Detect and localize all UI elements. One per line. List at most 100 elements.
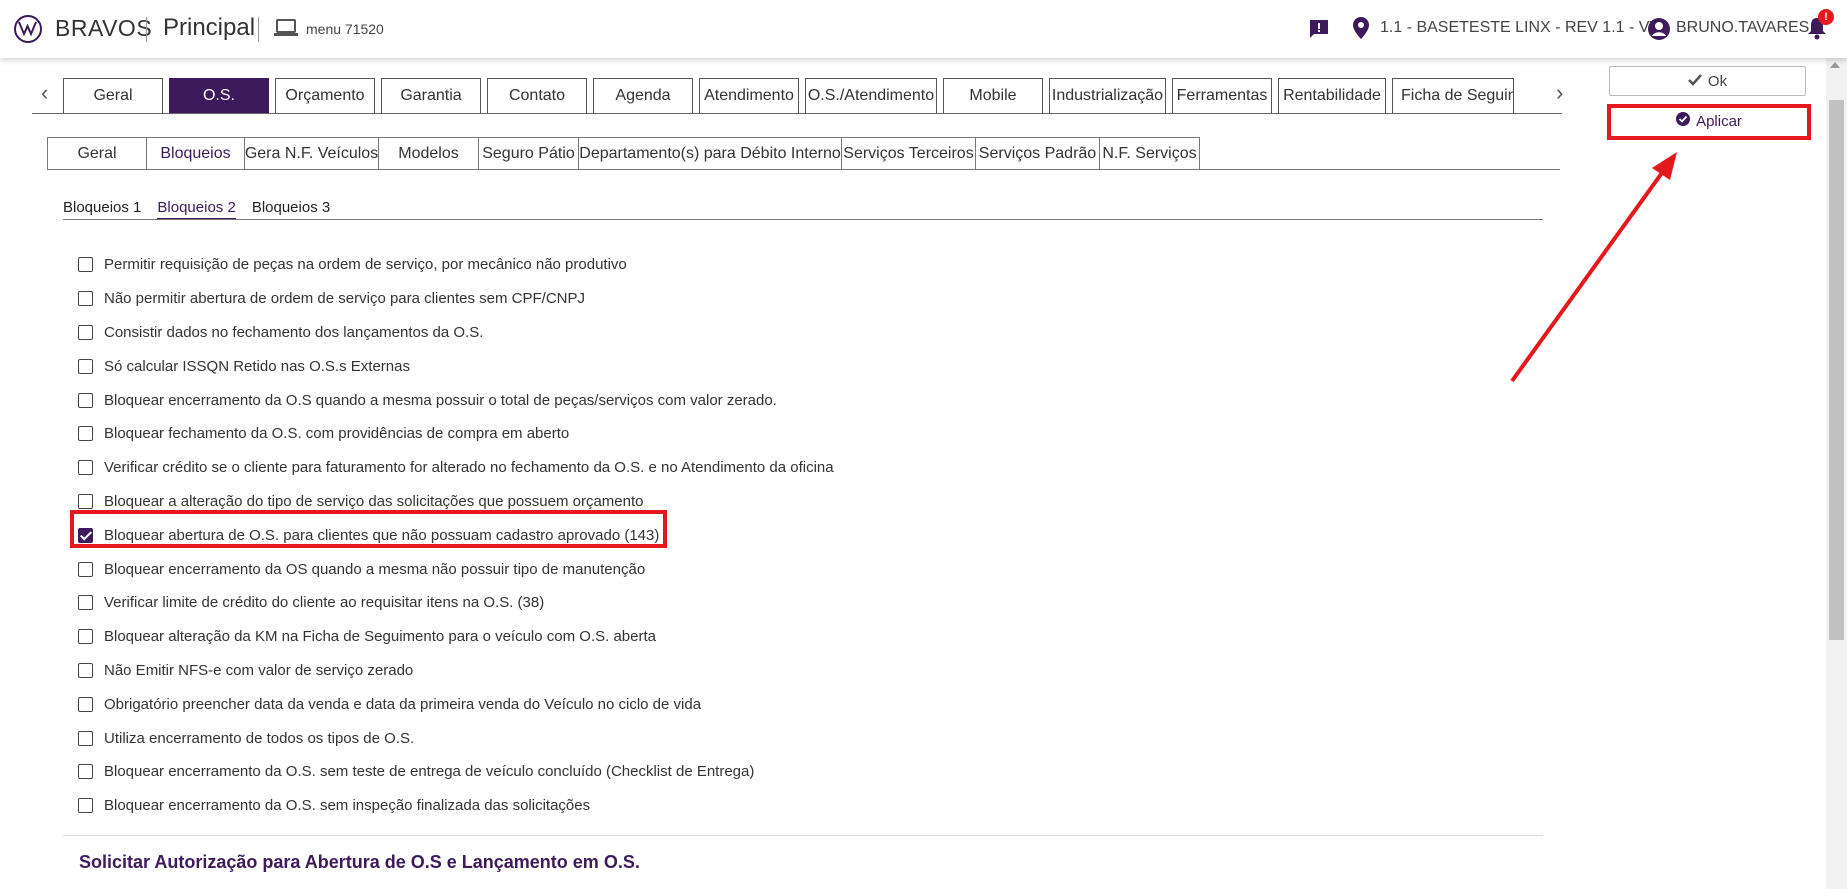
top-header: BRAVOS Principal menu 71520 1.1 - BASETE…: [0, 0, 1847, 58]
checkbox[interactable]: [78, 595, 93, 611]
ok-button[interactable]: Ok: [1609, 66, 1806, 96]
header-divider: [258, 17, 259, 42]
tabs-next-arrow-icon[interactable]: ›: [1556, 80, 1563, 106]
subtab-servicos-terceiros[interactable]: Serviços Terceiros: [841, 137, 976, 170]
inner-tabs-divider: [63, 219, 1543, 220]
tab-os[interactable]: O.S.: [169, 78, 269, 114]
brand-name: BRAVOS: [55, 15, 153, 41]
main-tabs-divider: [32, 113, 1562, 114]
checkbox-label[interactable]: Só calcular ISSQN Retido nas O.S.s Exter…: [104, 358, 410, 375]
tab-ficha-seguimento[interactable]: Ficha de Seguim: [1392, 78, 1514, 114]
location-pin-icon[interactable]: [1352, 16, 1370, 45]
scrollbar-thumb[interactable]: [1829, 100, 1844, 640]
checkbox[interactable]: [78, 257, 93, 273]
checkbox[interactable]: [78, 798, 93, 814]
subtab-geral[interactable]: Geral: [47, 137, 147, 170]
vw-logo[interactable]: [14, 15, 42, 43]
header-divider: [146, 17, 147, 42]
checkbox[interactable]: [78, 324, 93, 340]
checkbox-label[interactable]: Bloquear encerramento da O.S quando a me…: [104, 392, 777, 409]
checkbox-row[interactable]: Não permitir abertura de ordem de serviç…: [78, 282, 834, 316]
tab-orcamento[interactable]: Orçamento: [275, 78, 375, 114]
username[interactable]: BRUNO.TAVARES: [1676, 19, 1809, 37]
checkbox[interactable]: [78, 629, 93, 645]
checkbox-row[interactable]: Verificar limite de crédito do cliente a…: [78, 586, 834, 620]
checkbox[interactable]: [78, 730, 93, 746]
tabs-prev-arrow-icon[interactable]: ‹: [41, 80, 48, 106]
checkbox-row[interactable]: Bloquear encerramento da O.S quando a me…: [78, 383, 834, 417]
checkbox-row[interactable]: Obrigatório preencher data da venda e da…: [78, 687, 834, 721]
checkbox[interactable]: [78, 358, 93, 374]
tab-garantia[interactable]: Garantia: [381, 78, 481, 114]
tab-bloqueios-1[interactable]: Bloqueios 1: [63, 199, 141, 220]
subtab-bloqueios[interactable]: Bloqueios: [146, 137, 245, 170]
tab-agenda[interactable]: Agenda: [593, 78, 693, 114]
checkbox-row[interactable]: Bloquear alteração da KM na Ficha de Seg…: [78, 620, 834, 654]
checkbox-label[interactable]: Bloquear a alteração do tipo de serviço …: [104, 493, 643, 510]
checkbox-label[interactable]: Consistir dados no fechamento dos lançam…: [104, 324, 483, 341]
section-divider: [63, 835, 1543, 836]
checkbox-label[interactable]: Permitir requisição de peças na ordem de…: [104, 256, 627, 273]
checkbox[interactable]: [78, 764, 93, 780]
user-circle-icon[interactable]: [1647, 17, 1671, 46]
notification-badge: !: [1818, 9, 1834, 25]
checkbox-row[interactable]: Consistir dados no fechamento dos lançam…: [78, 316, 834, 350]
scroll-up-arrow-icon[interactable]: [1830, 62, 1840, 68]
checkbox[interactable]: [78, 561, 93, 577]
chat-alert-icon[interactable]: [1308, 18, 1330, 45]
checkbox[interactable]: [78, 493, 93, 509]
subtab-seguro-patio[interactable]: Seguro Pátio: [478, 137, 579, 170]
checkbox-row[interactable]: Utiliza encerramento de todos os tipos d…: [78, 721, 834, 755]
checkbox[interactable]: [78, 291, 93, 307]
checkbox-label[interactable]: Não Emitir NFS-e com valor de serviço ze…: [104, 662, 413, 679]
subtab-servicos-padrao[interactable]: Serviços Padrão: [975, 137, 1100, 170]
highlight-apply-box: [1607, 104, 1811, 140]
subtab-gera-nf-veiculos[interactable]: Gera N.F. Veículos: [244, 137, 379, 170]
checkbox-row[interactable]: Bloquear encerramento da O.S. sem teste …: [78, 755, 834, 789]
subtab-departamentos[interactable]: Departamento(s) para Débito Interno: [578, 137, 842, 170]
checkbox-row[interactable]: Não Emitir NFS-e com valor de serviço ze…: [78, 654, 834, 688]
checkbox-row[interactable]: Verificar crédito se o cliente para fatu…: [78, 451, 834, 485]
tab-atendimento[interactable]: Atendimento: [699, 78, 799, 114]
section-title: Solicitar Autorização para Abertura de O…: [79, 852, 640, 872]
tab-bloqueios-2[interactable]: Bloqueios 2: [157, 199, 236, 220]
tab-os-atendimento[interactable]: O.S./Atendimento: [805, 78, 937, 114]
checkbox-label[interactable]: Verificar limite de crédito do cliente a…: [104, 594, 544, 611]
checkbox-label[interactable]: Utiliza encerramento de todos os tipos d…: [104, 730, 414, 747]
inner-tabs: Bloqueios 1 Bloqueios 2 Bloqueios 3: [63, 199, 330, 220]
check-icon: [1688, 73, 1702, 90]
tab-contato[interactable]: Contato: [487, 78, 587, 114]
main-tabs: Geral O.S. Orçamento Garantia Contato Ag…: [63, 78, 1520, 114]
tab-geral[interactable]: Geral: [63, 78, 163, 114]
checkbox[interactable]: [78, 426, 93, 442]
checkbox-label[interactable]: Bloquear encerramento da OS quando a mes…: [104, 561, 645, 578]
checkbox-label[interactable]: Bloquear encerramento da O.S. sem inspeç…: [104, 797, 590, 814]
checkbox-label[interactable]: Não permitir abertura de ordem de serviç…: [104, 290, 585, 307]
checkbox-label[interactable]: Bloquear encerramento da O.S. sem teste …: [104, 763, 754, 780]
subtab-nf-servicos[interactable]: N.F. Serviços: [1099, 137, 1200, 170]
checkbox-row[interactable]: Só calcular ISSQN Retido nas O.S.s Exter…: [78, 349, 834, 383]
tab-bloqueios-3[interactable]: Bloqueios 3: [252, 199, 330, 220]
tab-mobile[interactable]: Mobile: [943, 78, 1043, 114]
checkbox-row[interactable]: Bloquear encerramento da O.S. sem inspeç…: [78, 789, 834, 823]
checkbox-label[interactable]: Bloquear alteração da KM na Ficha de Seg…: [104, 628, 656, 645]
sub-tabs: Geral Bloqueios Gera N.F. Veículos Model…: [47, 137, 1200, 170]
checkbox-row[interactable]: Bloquear encerramento da OS quando a mes…: [78, 552, 834, 586]
checkbox-label[interactable]: Obrigatório preencher data da venda e da…: [104, 696, 701, 713]
laptop-icon: [274, 19, 298, 42]
checkbox[interactable]: [78, 696, 93, 712]
tab-ferramentas[interactable]: Ferramentas: [1172, 78, 1272, 114]
module-name: Principal: [163, 14, 256, 41]
highlight-checkbox-box: [70, 510, 667, 548]
checkbox[interactable]: [78, 460, 93, 476]
checkbox-label[interactable]: Verificar crédito se o cliente para fatu…: [104, 459, 834, 476]
tab-rentabilidade[interactable]: Rentabilidade: [1278, 78, 1386, 114]
checkbox-label[interactable]: Bloquear fechamento da O.S. com providên…: [104, 425, 569, 442]
checkbox[interactable]: [78, 662, 93, 678]
checkbox-row[interactable]: Permitir requisição de peças na ordem de…: [78, 248, 834, 282]
checkbox-row[interactable]: Bloquear fechamento da O.S. com providên…: [78, 417, 834, 451]
subtab-modelos[interactable]: Modelos: [378, 137, 479, 170]
checkbox[interactable]: [78, 392, 93, 408]
tab-industrializacao[interactable]: Industrialização: [1049, 78, 1166, 114]
branch-selector[interactable]: 1.1 - BASETESTE LINX - REV 1.1 - VW: [1380, 19, 1665, 37]
